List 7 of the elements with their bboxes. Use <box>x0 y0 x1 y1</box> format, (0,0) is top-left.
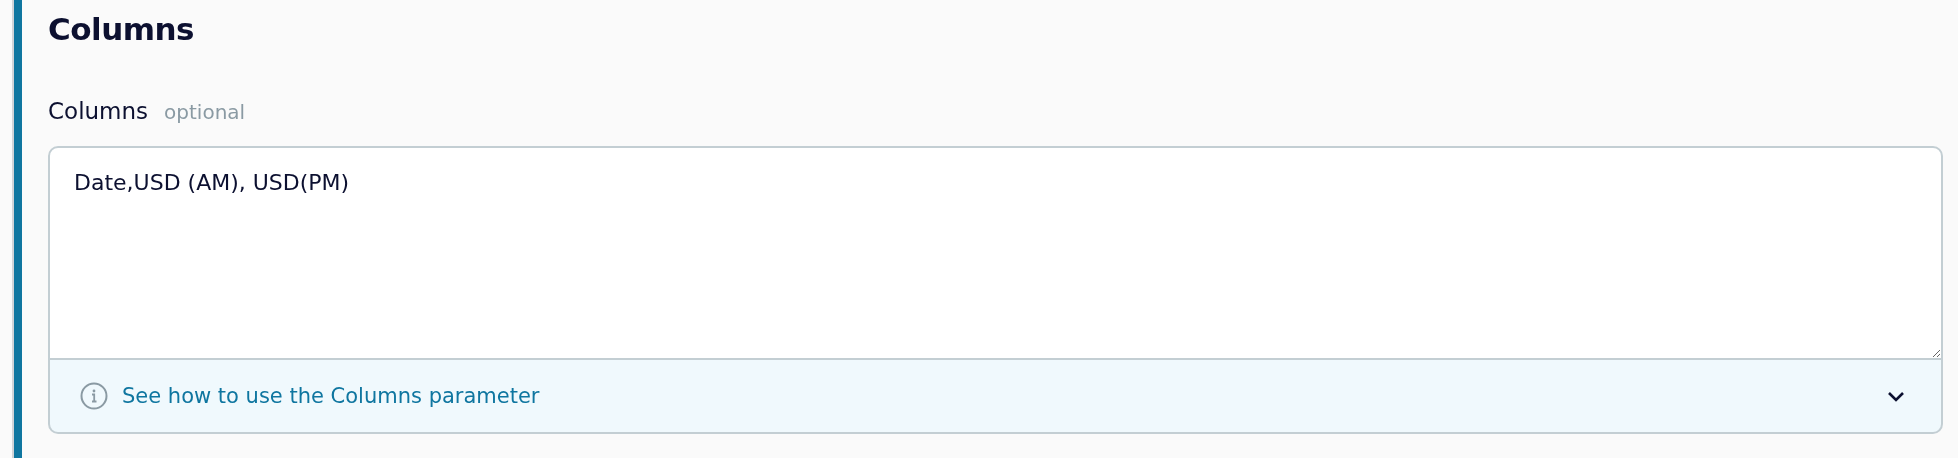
help-toggle[interactable]: See how to use the Columns parameter <box>48 360 1943 434</box>
columns-input-field[interactable]: Date,USD (AM), USD(PM) <box>48 146 1943 360</box>
field-label: Columns <box>48 98 149 124</box>
optional-hint: optional <box>164 100 246 124</box>
info-icon <box>80 382 108 410</box>
chevron-icon <box>1887 390 1905 402</box>
section-title: Columns <box>48 10 196 49</box>
